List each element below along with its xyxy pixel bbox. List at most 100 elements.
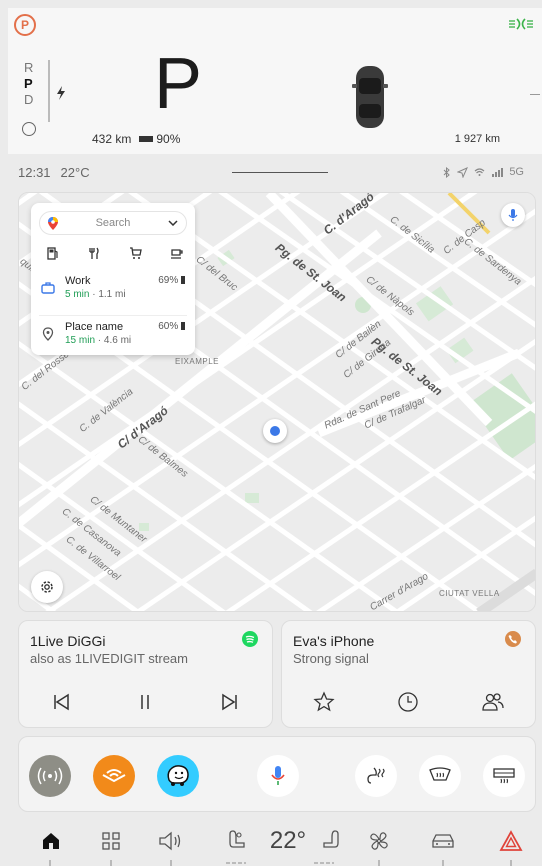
recents-button[interactable] — [395, 689, 421, 715]
fan-icon — [370, 832, 388, 850]
rear-defrost-button[interactable] — [483, 755, 525, 797]
star-icon — [313, 691, 335, 712]
current-location-marker — [263, 419, 287, 443]
voice-search-button[interactable] — [501, 203, 525, 227]
seat-heat-button[interactable] — [355, 755, 397, 797]
gear-indicator-bar — [48, 60, 50, 122]
destination-charge: 69% — [158, 275, 185, 286]
search-panel: Search Work 5 min · 1.1 mi 69% Place nam… — [31, 203, 195, 355]
climate-temperature[interactable]: 22° — [258, 826, 318, 856]
gas-station-icon[interactable] — [45, 245, 61, 261]
phone-signal: Strong signal — [293, 651, 369, 666]
wifi-icon — [474, 168, 485, 176]
map-view[interactable]: Pg. de St. Joan Pg. de St. Joan C. d'Ara… — [18, 192, 536, 612]
gear-d: D — [24, 92, 34, 107]
map-settings-button[interactable] — [31, 571, 63, 603]
volume-icon — [159, 831, 181, 851]
skip-next-icon — [222, 693, 237, 711]
navigation-arrow-icon — [457, 166, 469, 178]
destination-name: Place name — [65, 321, 124, 333]
range-km: 432 km — [92, 132, 132, 146]
nav-tick-marks — [49, 860, 512, 866]
temperature-value: 22° — [269, 827, 307, 854]
destination-eta: 15 min · 4.6 mi — [65, 335, 132, 346]
restaurant-icon[interactable] — [86, 245, 102, 261]
hazard-icon — [499, 830, 523, 851]
destination-place[interactable]: Place name 15 min · 4.6 mi 60% — [39, 319, 187, 355]
phone-icon — [505, 631, 521, 647]
pause-button[interactable] — [132, 689, 158, 715]
destination-charge: 60% — [158, 321, 185, 332]
divider — [39, 315, 187, 316]
destination-work[interactable]: Work 5 min · 1.1 mi 69% — [39, 273, 187, 309]
microphone-icon — [271, 766, 285, 785]
district-label: EIXAMPLE — [175, 357, 220, 366]
grid-icon — [102, 832, 120, 850]
app-assistant[interactable] — [257, 755, 299, 797]
steering-wheel-icon — [22, 122, 36, 136]
nav-volume[interactable] — [154, 826, 188, 856]
gear-icon — [41, 581, 53, 593]
front-defrost-button[interactable] — [419, 755, 461, 797]
seat-heat-icon — [367, 767, 385, 784]
gear-r: R — [24, 60, 34, 75]
nav-apps[interactable] — [96, 826, 126, 856]
fan-button[interactable] — [364, 826, 394, 856]
front-defrost-icon — [429, 767, 451, 781]
passenger-seat-button[interactable] — [318, 826, 344, 856]
rear-defrost-icon — [493, 768, 515, 784]
favorites-button[interactable] — [311, 689, 337, 715]
battery-icon — [181, 322, 185, 331]
car-topview-icon — [352, 66, 388, 128]
audible-icon — [102, 769, 126, 783]
instrument-cluster: P R P D P 432 km 90% 1 927 km — [8, 8, 542, 154]
clock: 12:31 — [18, 164, 51, 180]
next-button[interactable] — [217, 689, 243, 715]
range-info: 432 km 90% — [92, 132, 180, 146]
drag-handle[interactable] — [232, 172, 328, 173]
seat-icon — [323, 830, 339, 848]
outside-temperature: 22°C — [60, 164, 90, 180]
bottom-navigation: 22° — [8, 816, 542, 866]
destination-name: Work — [65, 275, 91, 287]
phone-controls — [282, 689, 535, 715]
pause-icon — [141, 695, 150, 709]
nav-home[interactable] — [36, 826, 66, 856]
coffee-icon[interactable] — [169, 245, 185, 261]
category-shortcuts — [45, 245, 185, 261]
gear-p: P — [24, 76, 33, 91]
screen: P R P D P 432 km 90% 1 927 km 12:31 22°C… — [0, 0, 542, 866]
driver-seat-button[interactable] — [224, 826, 250, 856]
seat-icon — [229, 830, 245, 848]
app-dock — [18, 736, 536, 812]
contacts-button[interactable] — [480, 689, 506, 715]
chevron-down-icon[interactable] — [168, 220, 178, 226]
headlight-icon — [509, 18, 533, 30]
gear-selector: R P D — [24, 60, 33, 108]
app-audible[interactable] — [93, 755, 135, 797]
signal-icon — [492, 168, 504, 177]
search-input[interactable]: Search — [39, 211, 187, 235]
parking-brake-icon: P — [14, 14, 36, 36]
radio-card[interactable]: 1Live DiGGi also as 1LIVEDIGIT stream — [18, 620, 273, 728]
phone-device-name: Eva's iPhone — [293, 633, 375, 649]
hazard-button[interactable] — [496, 826, 526, 856]
waze-icon — [167, 765, 189, 786]
destination-eta: 5 min · 1.1 mi — [65, 289, 126, 300]
contacts-icon — [482, 693, 504, 711]
bluetooth-icon — [443, 166, 451, 178]
clock-icon — [398, 692, 419, 712]
location-pin-icon — [42, 327, 54, 341]
car-settings-button[interactable] — [426, 826, 460, 856]
maps-pin-icon — [48, 216, 58, 230]
odometer: 1 927 km — [454, 133, 500, 145]
app-waze[interactable] — [157, 755, 199, 797]
current-gear: P — [154, 44, 203, 124]
playback-controls — [19, 689, 272, 715]
shopping-cart-icon[interactable] — [128, 245, 144, 261]
phone-card[interactable]: Eva's iPhone Strong signal — [281, 620, 536, 728]
app-radio[interactable] — [29, 755, 71, 797]
network-type: 5G — [509, 166, 524, 178]
previous-button[interactable] — [48, 689, 74, 715]
battery-level: 90% — [139, 132, 180, 146]
